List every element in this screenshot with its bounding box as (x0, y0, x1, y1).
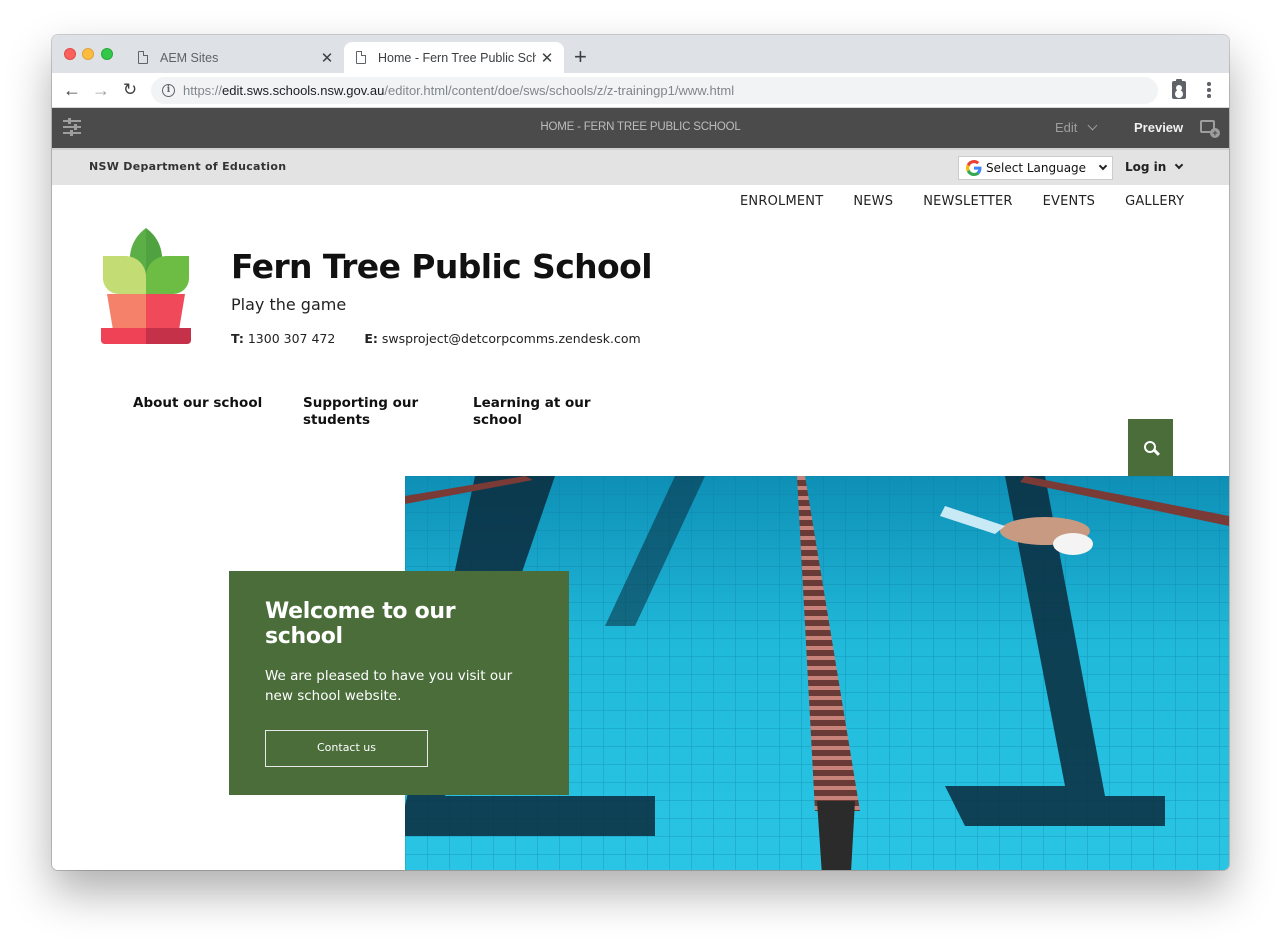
back-button[interactable]: ← (61, 79, 83, 101)
annotations-icon[interactable] (1200, 120, 1220, 138)
tab-home-fern-tree[interactable]: Home - Fern Tree Public School ✕ (344, 42, 564, 73)
forward-button[interactable]: → (90, 79, 112, 101)
address-bar[interactable]: i https://edit.sws.schools.nsw.gov.au/ed… (151, 77, 1158, 104)
nav-about-our-school[interactable]: About our school (133, 395, 303, 429)
email-label: E: (364, 331, 378, 346)
login-label: Log in (1125, 160, 1167, 174)
mode-label: Edit (1055, 120, 1078, 135)
phone-label: T: (231, 331, 244, 346)
dot-icon (1207, 88, 1211, 92)
top-link-newsletter[interactable]: NEWSLETTER (923, 194, 1012, 209)
minimize-window-button[interactable] (82, 48, 94, 60)
main-navigation: About our school Supporting our students… (133, 395, 598, 429)
browser-toolbar: ← → ↻ i https://edit.sws.schools.nsw.gov… (52, 73, 1229, 108)
dot-icon (1207, 94, 1211, 98)
school-name: Fern Tree Public School (231, 247, 653, 286)
top-links: ENROLMENT NEWS NEWSLETTER EVENTS GALLERY (740, 194, 1184, 209)
phone-number[interactable]: 1300 307 472 (248, 331, 335, 346)
search-icon (1143, 440, 1156, 453)
close-window-button[interactable] (64, 48, 76, 60)
document-icon (138, 51, 148, 64)
chevron-down-icon (1098, 161, 1108, 171)
maximize-window-button[interactable] (101, 48, 113, 60)
close-tab-icon[interactable]: ✕ (536, 49, 558, 67)
extension-badge-icon[interactable] (1172, 79, 1186, 99)
info-icon[interactable]: i (162, 84, 175, 97)
tab-aem-sites[interactable]: AEM Sites ✕ (126, 42, 344, 73)
reload-button[interactable]: ↻ (119, 79, 141, 101)
top-link-events[interactable]: EVENTS (1043, 194, 1095, 209)
dot-icon (1207, 82, 1211, 86)
document-icon (356, 51, 366, 64)
url-scheme: https:// (183, 83, 223, 98)
chevron-down-icon (1175, 160, 1184, 170)
contact-details: T: 1300 307 472 E: swsproject@detcorpcom… (231, 331, 641, 346)
tab-strip: AEM Sites ✕ Home - Fern Tree Public Scho… (52, 35, 1229, 73)
chevron-down-icon (1087, 120, 1098, 131)
school-tagline: Play the game (231, 295, 347, 314)
school-logo-plant-icon[interactable] (99, 228, 194, 346)
mode-selector[interactable]: Edit (1055, 120, 1098, 135)
login-menu[interactable]: Log in (1125, 160, 1184, 174)
preview-button[interactable]: Preview (1134, 120, 1183, 135)
contact-us-button[interactable]: Contact us (265, 730, 428, 767)
email-address[interactable]: swsproject@detcorpcomms.zendesk.com (382, 331, 641, 346)
utility-bar: NSW Department of Education Select Langu… (52, 148, 1229, 185)
language-label: Select Language (986, 161, 1087, 175)
welcome-heading: Welcome to our school (265, 599, 456, 649)
browser-menu-button[interactable] (1202, 82, 1216, 100)
tab-title: AEM Sites (160, 50, 219, 65)
search-button[interactable] (1128, 419, 1173, 476)
site-page: NSW Department of Education Select Langu… (52, 148, 1229, 870)
department-name: NSW Department of Education (89, 160, 287, 173)
nav-learning-at-our-school[interactable]: Learning at our school (473, 395, 598, 429)
tab-title: Home - Fern Tree Public School (378, 50, 536, 65)
new-tab-button[interactable]: + (574, 44, 587, 70)
url-path: /editor.html/content/doe/sws/schools/z/z… (384, 83, 735, 98)
top-link-gallery[interactable]: GALLERY (1125, 194, 1184, 209)
top-link-enrolment[interactable]: ENROLMENT (740, 194, 823, 209)
close-tab-icon[interactable]: ✕ (316, 49, 338, 67)
nav-supporting-our-students[interactable]: Supporting our students (303, 395, 438, 429)
top-link-news[interactable]: NEWS (853, 194, 893, 209)
aem-page-title: HOME - FERN TREE PUBLIC SCHOOL (540, 121, 741, 133)
url-host: edit.sws.schools.nsw.gov.au (222, 83, 385, 98)
welcome-body: We are pleased to have you visit our new… (265, 668, 513, 704)
google-icon (966, 160, 982, 176)
welcome-card: Welcome to our school We are pleased to … (229, 571, 569, 795)
browser-window: AEM Sites ✕ Home - Fern Tree Public Scho… (52, 35, 1229, 870)
language-select[interactable]: Select Language (958, 156, 1113, 180)
aem-editor-bar: HOME - FERN TREE PUBLIC SCHOOL Edit Prev… (52, 108, 1229, 148)
